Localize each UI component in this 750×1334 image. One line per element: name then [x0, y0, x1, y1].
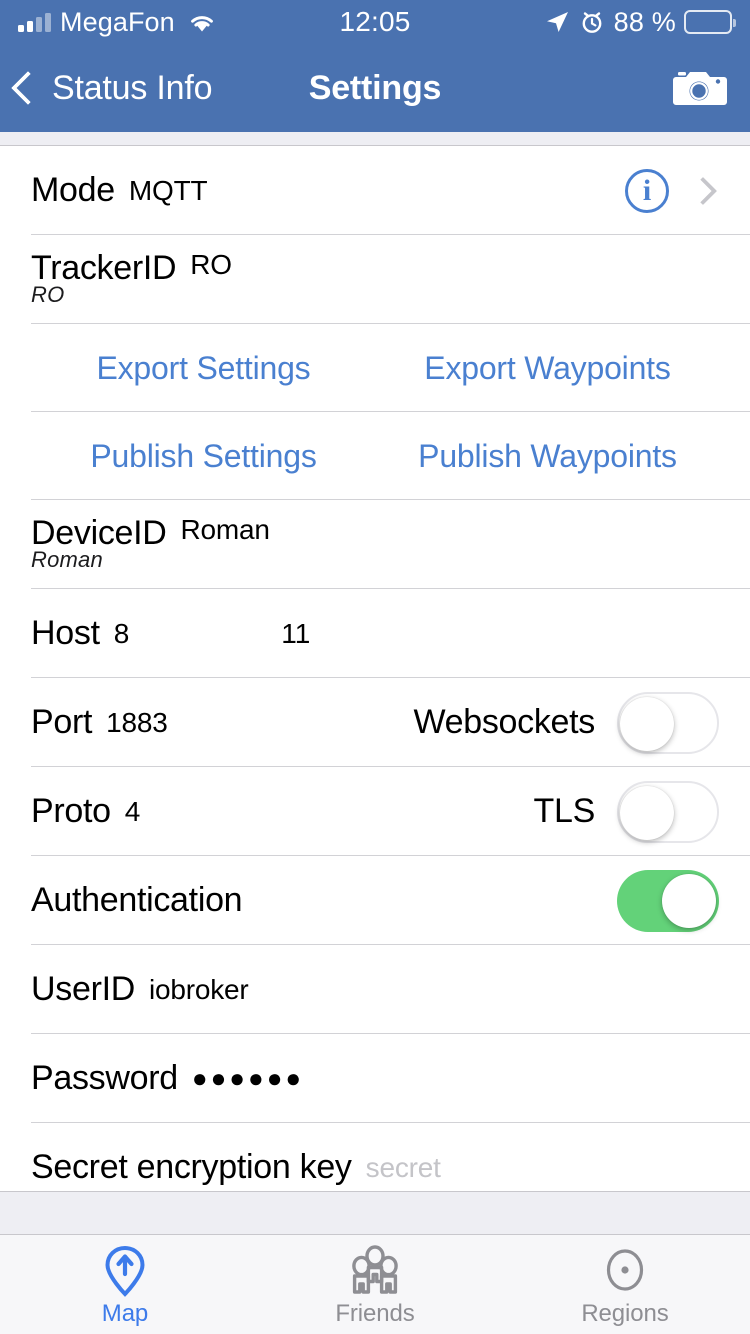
mode-value: MQTT [128, 174, 208, 206]
friends-group-icon [348, 1245, 402, 1297]
row-authentication[interactable]: Authentication [0, 856, 750, 945]
port-label: Port [31, 703, 93, 741]
export-settings-button[interactable]: Export Settings [31, 350, 376, 387]
publish-waypoints-button[interactable]: Publish Waypoints [376, 438, 719, 475]
battery-icon [684, 10, 737, 34]
status-bar-left: MegaFon [18, 7, 339, 38]
tab-map-label: Map [101, 1300, 149, 1327]
list-bottom-gap [0, 1191, 750, 1235]
port-value[interactable]: 1883 [106, 707, 168, 739]
row-mode[interactable]: Mode MQTT i [0, 146, 750, 235]
settings-list: Mode MQTT i TrackerID RO RO Export Setti… [0, 132, 750, 1191]
tab-regions[interactable]: Regions [500, 1245, 750, 1328]
alarm-clock-icon [582, 12, 602, 33]
password-value[interactable]: ●●●●●● [192, 1063, 304, 1094]
authentication-toggle[interactable] [617, 869, 719, 932]
location-arrow-icon [546, 12, 568, 32]
host-value-end: 11 [281, 617, 311, 649]
back-button-label: Status Info [52, 68, 213, 107]
row-tracker-id[interactable]: TrackerID RO RO [0, 235, 750, 324]
tracker-id-value[interactable]: RO [190, 249, 232, 281]
row-secret-key[interactable]: Secret encryption key secret [0, 1123, 750, 1191]
tls-toggle[interactable] [617, 780, 719, 843]
battery-percent-label: 88 % [613, 6, 677, 37]
proto-label: Proto [31, 792, 111, 830]
nav-bar: Status Info Settings [0, 44, 750, 132]
status-bar-right: 88 % [411, 6, 737, 38]
chevron-right-icon [688, 176, 718, 205]
tab-regions-label: Regions [581, 1300, 669, 1327]
row-proto-tls[interactable]: Proto 4 TLS [0, 767, 750, 856]
websockets-label: Websockets [413, 703, 595, 741]
authentication-label: Authentication [31, 881, 243, 919]
region-circle-icon [599, 1245, 651, 1297]
tracker-id-subvalue: RO [31, 282, 65, 307]
export-waypoints-button[interactable]: Export Waypoints [376, 350, 719, 387]
proto-value[interactable]: 4 [125, 796, 141, 828]
publish-settings-button[interactable]: Publish Settings [31, 438, 376, 475]
mode-row-accessories: i [625, 168, 719, 213]
user-id-label: UserID [31, 970, 135, 1008]
host-label: Host [31, 614, 100, 652]
info-circle-icon[interactable]: i [625, 168, 669, 213]
row-host[interactable]: Host 8 11 [0, 589, 750, 678]
clock-label: 12:05 [339, 6, 411, 37]
password-label: Password [31, 1059, 178, 1097]
row-user-id[interactable]: UserID iobroker [0, 945, 750, 1034]
row-device-id[interactable]: DeviceID Roman Roman [0, 500, 750, 589]
user-id-value[interactable]: iobroker [149, 974, 249, 1006]
tab-friends-label: Friends [335, 1300, 415, 1327]
tab-friends[interactable]: Friends [250, 1245, 500, 1328]
list-top-gap [0, 132, 750, 146]
row-port-websockets[interactable]: Port 1883 Websockets [0, 678, 750, 767]
mode-label: Mode [31, 171, 115, 209]
host-value-start: 8 [113, 617, 130, 649]
chevron-left-icon [11, 71, 45, 105]
back-button[interactable]: Status Info [0, 68, 213, 108]
device-id-subvalue: Roman [31, 547, 103, 572]
device-id-value[interactable]: Roman [181, 514, 270, 546]
signal-bars-icon [18, 12, 51, 32]
authentication-accessory [617, 869, 719, 932]
camera-icon [673, 72, 727, 105]
websockets-toggle[interactable] [617, 691, 719, 754]
row-password[interactable]: Password ●●●●●● [0, 1034, 750, 1123]
tab-map[interactable]: Map [0, 1245, 250, 1328]
tls-label: TLS [533, 792, 596, 830]
row-publish-actions: Publish Settings Publish Waypoints [0, 412, 750, 500]
secret-key-placeholder[interactable]: secret [366, 1152, 441, 1184]
map-pin-arrow-icon [101, 1245, 149, 1297]
wifi-icon [190, 16, 213, 32]
host-value[interactable]: 8 11 [114, 618, 311, 650]
carrier-label: MegaFon [60, 6, 175, 37]
secret-key-label: Secret encryption key [31, 1148, 352, 1186]
app-screen: MegaFon 12:05 88 % Status Info Settings … [0, 0, 750, 1334]
tab-bar: Map Friends Regions [0, 1235, 750, 1334]
camera-button[interactable] [672, 66, 750, 110]
row-export-actions: Export Settings Export Waypoints [0, 324, 750, 412]
status-bar: MegaFon 12:05 88 % [0, 0, 750, 44]
